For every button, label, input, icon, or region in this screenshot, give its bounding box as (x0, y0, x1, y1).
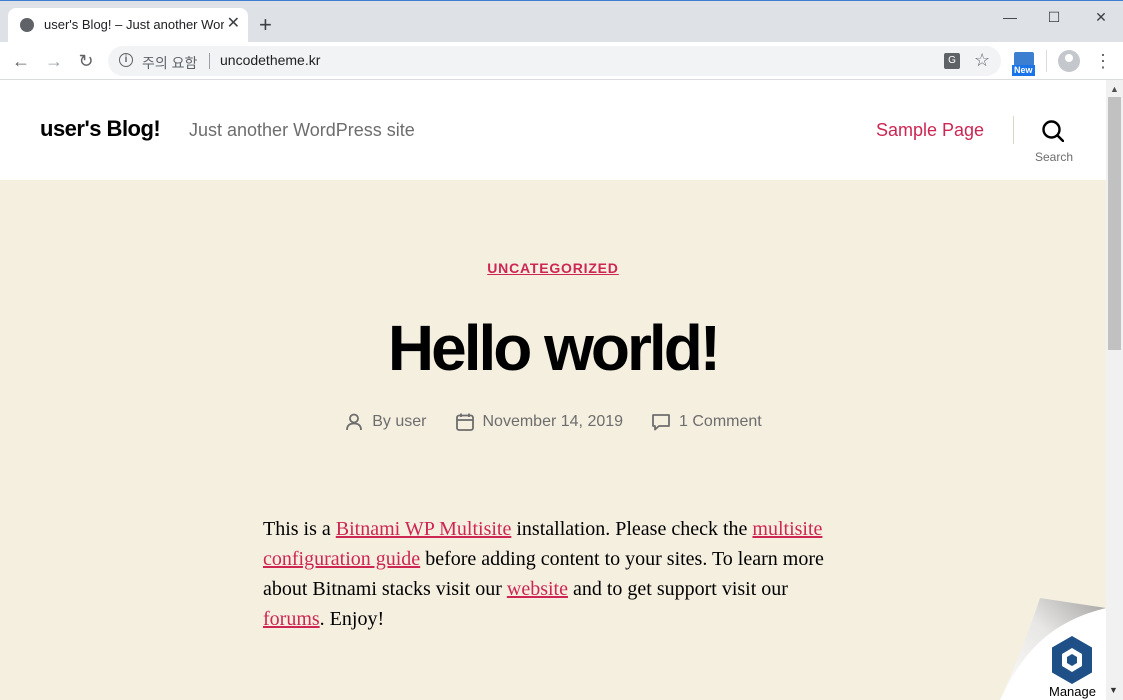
extension-icon[interactable]: New (1012, 52, 1036, 76)
search-icon (1042, 120, 1064, 142)
category-link[interactable]: UNCATEGORIZED (487, 260, 618, 276)
post-meta: By user November 14, 2019 1 Comment (0, 412, 1106, 432)
url-text[interactable]: uncodetheme.kr (220, 52, 320, 68)
close-window-button[interactable]: ✕ (1087, 6, 1115, 28)
calendar-icon (455, 413, 474, 431)
bookmark-star-icon[interactable]: ☆ (974, 49, 990, 71)
site-header: user's Blog! Just another WordPress site… (0, 80, 1106, 180)
globe-icon (20, 18, 34, 32)
extension-new-badge: New (1012, 65, 1035, 76)
scroll-thumb[interactable] (1108, 97, 1121, 350)
website-link[interactable]: website (507, 578, 568, 600)
body-text: and to get support visit our (567, 578, 788, 600)
search-toggle-button[interactable]: Search (1030, 118, 1078, 168)
scroll-up-arrow-icon[interactable]: ▲ (1110, 84, 1119, 94)
header-separator (1013, 116, 1014, 144)
browser-menu-icon[interactable]: ⋮ (1094, 49, 1112, 73)
info-icon[interactable]: i (119, 53, 133, 67)
comments-link[interactable]: 1 Comment (679, 413, 762, 431)
reload-icon[interactable]: ↻ (75, 50, 97, 72)
date-link[interactable]: November 14, 2019 (483, 413, 624, 431)
browser-tabbar: user's Blog! – Just another WordPress si… (0, 0, 1123, 43)
page-scrollbar[interactable]: ▲ (1106, 80, 1123, 700)
address-separator (209, 53, 210, 69)
tab-close-icon[interactable]: ✕ (227, 14, 240, 34)
bitnami-logo-icon[interactable] (1048, 634, 1096, 686)
scroll-down-arrow-icon[interactable]: ▼ (1109, 685, 1118, 695)
post-date: November 14, 2019 (455, 412, 624, 432)
translate-icon[interactable]: G (944, 53, 960, 69)
back-icon[interactable]: ← (10, 50, 32, 72)
forward-icon[interactable]: → (43, 50, 65, 72)
site-title[interactable]: user's Blog! (40, 116, 161, 142)
body-text: . Enjoy! (319, 608, 385, 630)
address-bar[interactable]: i 주의 요함 uncodetheme.kr G ☆ (108, 46, 1001, 76)
comment-icon (652, 414, 670, 431)
new-tab-button[interactable]: + (259, 13, 272, 37)
post-author: By user (344, 412, 427, 432)
user-icon (346, 413, 363, 431)
toolbar-divider (1046, 50, 1047, 72)
post-content-area: UNCATEGORIZED Hello world! By user Novem… (0, 180, 1106, 700)
manage-label[interactable]: Manage (1049, 684, 1096, 699)
extension-screen-icon (1014, 52, 1034, 66)
site-description: Just another WordPress site (189, 120, 415, 140)
search-label: Search (1034, 150, 1074, 164)
maximize-button[interactable]: ☐ (1040, 6, 1068, 28)
tab-title: user's Blog! – Just another WordPress si… (44, 17, 224, 32)
minimize-button[interactable]: — (996, 6, 1024, 28)
security-status[interactable]: 주의 요함 (142, 53, 197, 73)
browser-toolbar: ← → ↻ i 주의 요함 uncodetheme.kr G ☆ (0, 42, 1123, 80)
post-categories: UNCATEGORIZED (0, 260, 1106, 278)
body-text: installation. Please check the (511, 518, 753, 540)
bitnami-multisite-link[interactable]: Bitnami WP Multisite (336, 518, 512, 540)
post-body: This is a Bitnami WP Multisite installat… (263, 514, 843, 634)
profile-avatar-icon[interactable] (1058, 50, 1080, 72)
forums-link[interactable]: forums (263, 608, 320, 630)
post-title[interactable]: Hello world! (0, 308, 1106, 388)
author-link[interactable]: By user (372, 413, 426, 431)
body-text: This is a (263, 518, 336, 540)
web-page: user's Blog! Just another WordPress site… (0, 80, 1106, 700)
post-comments: 1 Comment (651, 412, 762, 432)
menu-item-sample-page[interactable]: Sample Page (876, 120, 984, 141)
browser-tab[interactable]: user's Blog! – Just another WordPress si… (8, 8, 248, 43)
